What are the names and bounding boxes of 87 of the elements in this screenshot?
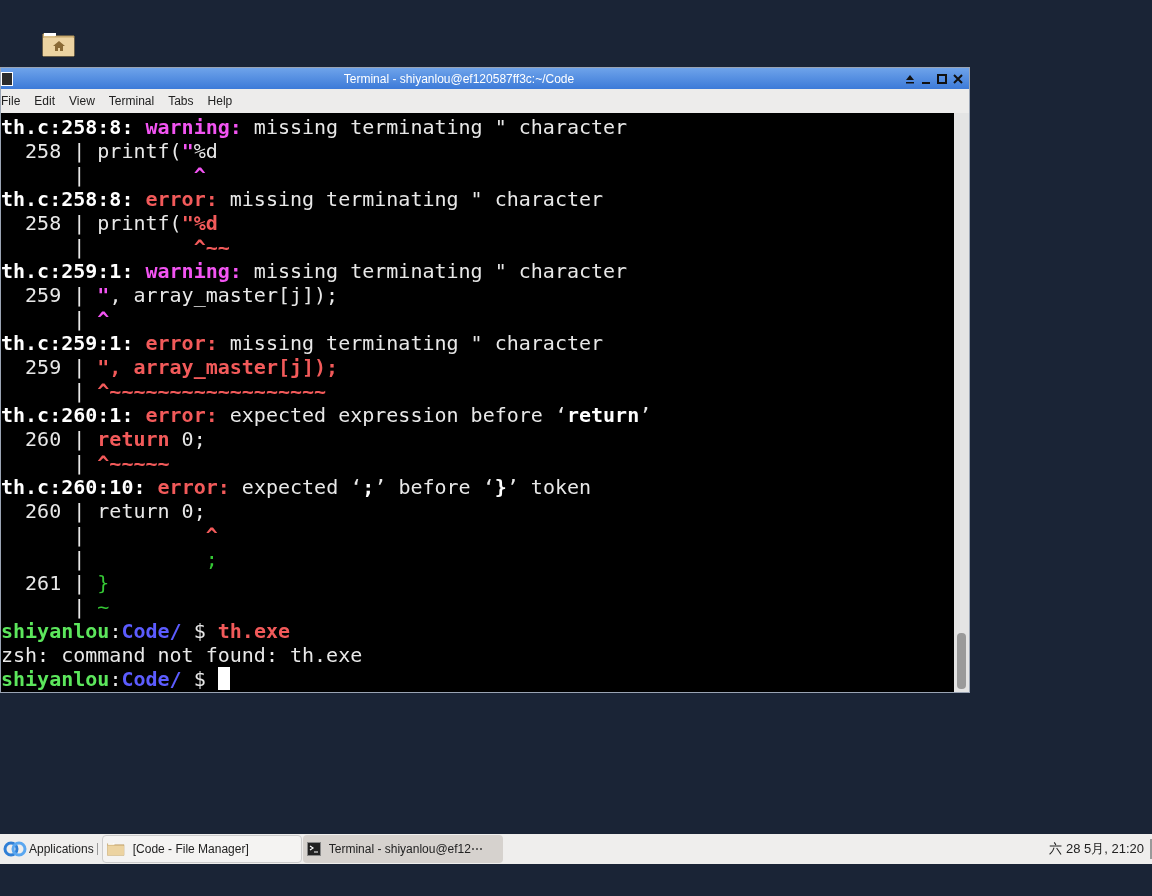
terminal-text: return xyxy=(566,403,640,427)
terminal-text: missing terminating " character xyxy=(252,115,628,139)
terminal-text: } xyxy=(494,475,507,499)
terminal-text: return xyxy=(97,427,170,451)
terminal-text: ’ xyxy=(639,403,652,427)
terminal-text: zsh: command not found: th.exe xyxy=(1,643,363,667)
window-menu-icon[interactable] xyxy=(1,71,13,86)
scrollbar-thumb[interactable] xyxy=(957,633,966,689)
terminal-text: 261 | xyxy=(24,571,87,595)
shade-icon[interactable] xyxy=(905,73,915,84)
terminal-text: | xyxy=(72,523,87,547)
maximize-icon[interactable] xyxy=(937,73,947,84)
terminal-text: expected ‘ xyxy=(240,475,363,499)
terminal-text: %d xyxy=(193,139,218,163)
terminal-text: th.c:258:8: xyxy=(1,115,135,139)
terminal-text: | xyxy=(72,163,87,187)
terminal-text: | xyxy=(72,379,87,403)
terminal-text: th.c:260:10: xyxy=(1,475,147,499)
terminal-text: " xyxy=(181,139,194,163)
terminal-text: ^~~ xyxy=(192,235,230,259)
menu-item[interactable]: File xyxy=(1,92,28,110)
terminal-text: Code/ xyxy=(121,667,182,691)
clock[interactable]: 六 28 5月, 21:20 xyxy=(1049,839,1152,859)
terminal-text: ^~~~~~ xyxy=(97,451,170,475)
terminal-text: 258 | printf( xyxy=(24,139,182,163)
terminal-text: 0; xyxy=(180,427,206,451)
terminal-text: | xyxy=(72,451,87,475)
terminal-text: th.exe xyxy=(217,619,290,643)
menu-item[interactable]: Terminal xyxy=(101,92,162,110)
terminal-text: "%d xyxy=(181,211,218,235)
terminal-text: th.c:260:1: xyxy=(1,403,135,427)
terminal-text: error: xyxy=(145,331,218,355)
terminal-text: ’ token xyxy=(506,475,592,499)
terminal-text: warning: xyxy=(145,259,242,283)
terminal-text: shiyanlou xyxy=(1,619,110,643)
task-button[interactable]: Terminal - shiyanlou@ef12⋯ xyxy=(302,835,503,863)
menu-item[interactable]: Tabs xyxy=(161,92,201,110)
terminal-text: Code/ xyxy=(121,619,182,643)
terminal-text: ; xyxy=(362,475,375,499)
terminal-text: : xyxy=(109,619,122,643)
terminal-text: missing terminating " character xyxy=(228,331,604,355)
terminal-text: 258 | printf( xyxy=(24,211,182,235)
terminal-text: missing terminating " character xyxy=(228,187,604,211)
menu-item[interactable]: Help xyxy=(200,92,240,110)
terminal-text: | xyxy=(72,547,87,571)
terminal-text: | xyxy=(72,235,87,259)
task-button[interactable]: [Code - File Manager] xyxy=(101,835,302,863)
terminal-icon xyxy=(306,842,321,856)
terminal-text: } xyxy=(97,571,110,595)
folder-icon xyxy=(106,842,125,856)
terminal-text: ~ xyxy=(97,595,110,619)
terminal-text: ; xyxy=(204,547,218,571)
terminal-text: error: xyxy=(145,403,218,427)
terminal-text: | xyxy=(72,595,87,619)
terminal-text: ^ xyxy=(192,163,206,187)
terminal-text: 260 | xyxy=(24,427,87,451)
terminal-text: 259 | xyxy=(24,355,87,379)
terminal-text: 260 | return 0; xyxy=(24,499,206,523)
terminal-text: | xyxy=(72,307,87,331)
terminal-text: th.c:259:1: xyxy=(1,331,135,355)
terminal-text: ", array_master[j]); xyxy=(97,355,339,379)
terminal-text: $ xyxy=(192,667,207,691)
window-title: Terminal - shiyanlou@ef120587ff3c:~/Code xyxy=(342,70,576,88)
terminal-text: " xyxy=(97,283,110,307)
terminal-text: ^~~~~~~~~~~~~~~~~~~ xyxy=(97,379,327,403)
terminal-text: th.c:258:8: xyxy=(1,187,135,211)
terminal-text: expected expression before ‘ xyxy=(228,403,567,427)
menu-item[interactable]: Edit xyxy=(27,92,63,110)
scrollbar[interactable] xyxy=(954,113,969,692)
terminal-text: error: xyxy=(145,187,218,211)
applications-menu[interactable]: Applications xyxy=(0,834,97,864)
terminal-text: missing terminating " character xyxy=(252,259,628,283)
terminal-text: shiyanlou xyxy=(1,667,110,691)
terminal-text: warning: xyxy=(145,115,242,139)
home-folder-icon xyxy=(42,30,76,58)
menu-item[interactable]: View xyxy=(62,92,102,110)
terminal-text: error: xyxy=(157,475,230,499)
terminal-text: 259 | xyxy=(24,283,87,307)
terminal-text: $ xyxy=(192,619,207,643)
terminal-text: : xyxy=(109,667,122,691)
close-icon[interactable] xyxy=(953,73,963,84)
terminal-text: ^ xyxy=(97,307,110,331)
terminal-text: ^ xyxy=(204,523,218,547)
terminal-text: th.c:259:1: xyxy=(1,259,135,283)
terminal-text: ’ before ‘ xyxy=(374,475,495,499)
applications-logo-icon xyxy=(3,841,27,857)
terminal-text: , array_master[j]); xyxy=(109,283,339,307)
